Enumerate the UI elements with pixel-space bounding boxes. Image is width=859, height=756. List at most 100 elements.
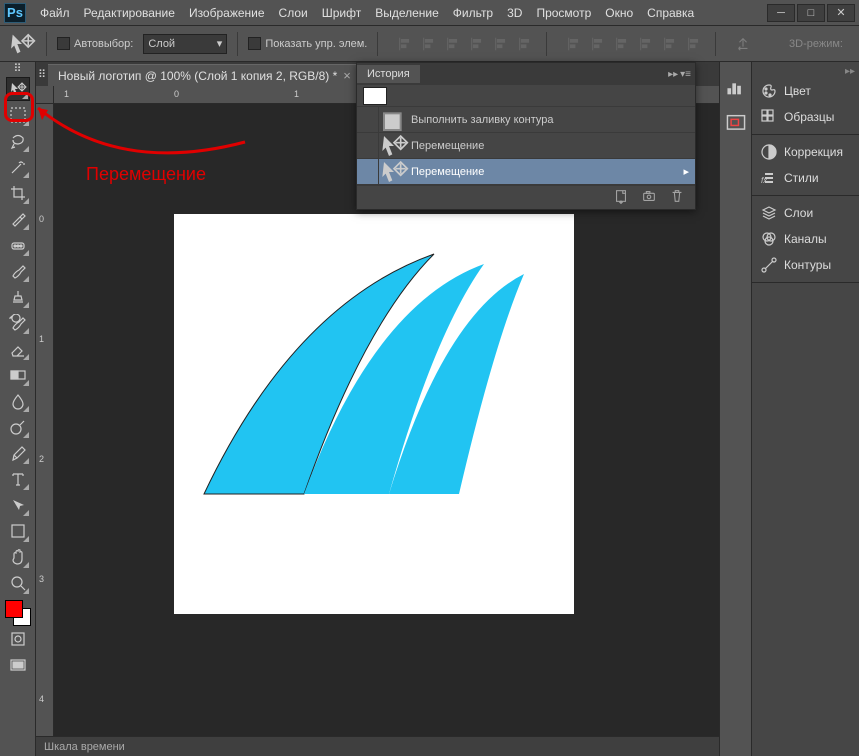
brush-tool[interactable] [6, 259, 30, 283]
menu-edit[interactable]: Редактирование [78, 4, 181, 22]
timeline-label: Шкала времени [44, 741, 125, 753]
distribute-left-button[interactable] [635, 33, 657, 55]
menu-view[interactable]: Просмотр [530, 4, 597, 22]
align-vcenter-button[interactable] [418, 33, 440, 55]
color-swatches[interactable] [5, 600, 31, 626]
history-item-selected[interactable]: Перемещение ▸ [357, 159, 695, 185]
history-item-label: Выполнить заливку контура [409, 114, 695, 126]
history-snapshot-row[interactable] [357, 85, 695, 107]
distribute-top-button[interactable] [563, 33, 585, 55]
zoom-tool[interactable] [6, 571, 30, 595]
history-item[interactable]: Выполнить заливку контура [357, 107, 695, 133]
distribute-hcenter-button[interactable] [659, 33, 681, 55]
auto-select-dropdown[interactable]: Слой ▾ [143, 34, 227, 54]
history-source-col[interactable] [357, 133, 379, 158]
new-document-from-state-icon[interactable] [613, 188, 629, 207]
panel-paths[interactable]: Контуры [752, 252, 859, 278]
panel-color[interactable]: Цвет [752, 78, 859, 104]
menu-image[interactable]: Изображение [183, 4, 271, 22]
toolbox-grip-icon[interactable]: ⠿ [0, 62, 35, 74]
quickmask-toggle[interactable] [6, 627, 30, 651]
show-transform-checkbox[interactable]: Показать упр. элем. [248, 37, 367, 50]
blur-tool[interactable] [6, 389, 30, 413]
auto-select-checkbox[interactable]: Автовыбор: [57, 37, 133, 50]
window-close-button[interactable]: ✕ [827, 4, 855, 22]
menu-file[interactable]: Файл [34, 4, 76, 22]
divider [377, 32, 378, 56]
menu-layers[interactable]: Слои [273, 4, 314, 22]
eraser-tool[interactable] [6, 337, 30, 361]
channels-icon [760, 230, 778, 248]
align-right-button[interactable] [514, 33, 536, 55]
document-tab[interactable]: Новый логотип @ 100% (Слой 1 копия 2, RG… [48, 64, 361, 86]
history-tab[interactable]: История [357, 65, 420, 83]
3d-mode-button[interactable] [732, 33, 754, 55]
align-bottom-button[interactable] [442, 33, 464, 55]
tab-grip-icon[interactable]: ⠿ [36, 62, 48, 86]
menu-window[interactable]: Окно [599, 4, 639, 22]
histogram-panel-icon[interactable] [725, 76, 747, 98]
path-selection-tool[interactable] [6, 493, 30, 517]
history-item-label: Перемещение [409, 140, 695, 152]
align-top-button[interactable] [394, 33, 416, 55]
clone-stamp-tool[interactable] [6, 285, 30, 309]
vertical-ruler[interactable]: 0 1 2 3 4 [36, 104, 54, 736]
history-item[interactable]: Перемещение [357, 133, 695, 159]
panel-layers[interactable]: Слои [752, 200, 859, 226]
ruler-tick: 3 [39, 574, 44, 584]
distribute-right-button[interactable] [683, 33, 705, 55]
new-snapshot-icon[interactable] [641, 188, 657, 207]
distribute-vcenter-button[interactable] [587, 33, 609, 55]
window-maximize-button[interactable]: □ [797, 4, 825, 22]
delete-state-icon[interactable] [669, 188, 685, 207]
healing-brush-tool[interactable] [6, 233, 30, 257]
history-source-col[interactable] [357, 107, 379, 132]
history-source-col[interactable] [357, 159, 379, 184]
panel-swatches[interactable]: Образцы [752, 104, 859, 130]
panel-channels[interactable]: Каналы [752, 226, 859, 252]
foreground-color-swatch[interactable] [5, 600, 23, 618]
panel-collapse-icon[interactable]: ▸▸ [752, 66, 859, 78]
canvas[interactable] [174, 214, 574, 614]
divider [46, 32, 47, 56]
dropdown-value: Слой [148, 38, 175, 50]
menu-select[interactable]: Выделение [369, 4, 445, 22]
align-hcenter-button[interactable] [490, 33, 512, 55]
history-brush-tool[interactable] [6, 311, 30, 335]
options-bar: Автовыбор: Слой ▾ Показать упр. элем. 3D… [0, 26, 859, 62]
pen-tool[interactable] [6, 441, 30, 465]
panel-menu-icon[interactable]: ▾≡ [680, 69, 691, 80]
distribute-buttons-group [563, 33, 705, 55]
window-minimize-button[interactable]: ─ [767, 4, 795, 22]
distribute-bottom-button[interactable] [611, 33, 633, 55]
adjustments-icon [760, 143, 778, 161]
magic-wand-tool[interactable] [6, 155, 30, 179]
panel-styles[interactable]: Стили [752, 165, 859, 191]
navigator-panel-icon[interactable] [725, 112, 747, 134]
current-tool-icon[interactable] [8, 32, 36, 56]
lasso-tool[interactable] [6, 129, 30, 153]
screen-mode-toggle[interactable] [6, 653, 30, 677]
panel-adjustments[interactable]: Коррекция [752, 139, 859, 165]
menu-3d[interactable]: 3D [501, 4, 528, 22]
align-left-button[interactable] [466, 33, 488, 55]
panel-label: Контуры [784, 258, 831, 272]
panel-collapse-icon[interactable]: ▸▸ [668, 69, 678, 80]
ruler-tick: 0 [174, 89, 179, 99]
ruler-origin[interactable] [36, 86, 54, 104]
hand-tool[interactable] [6, 545, 30, 569]
ruler-tick: 1 [64, 89, 69, 99]
menu-help[interactable]: Справка [641, 4, 700, 22]
eyedropper-tool[interactable] [6, 207, 30, 231]
close-tab-icon[interactable]: × [343, 68, 351, 83]
menu-type[interactable]: Шрифт [316, 4, 367, 22]
show-transform-label: Показать упр. элем. [265, 38, 367, 50]
dodge-tool[interactable] [6, 415, 30, 439]
crop-tool[interactable] [6, 181, 30, 205]
timeline-panel-collapsed[interactable]: Шкала времени [36, 736, 719, 756]
type-tool[interactable] [6, 467, 30, 491]
menu-filter[interactable]: Фильтр [447, 4, 499, 22]
shape-tool[interactable] [6, 519, 30, 543]
gradient-tool[interactable] [6, 363, 30, 387]
3d-mode-buttons [732, 33, 754, 55]
